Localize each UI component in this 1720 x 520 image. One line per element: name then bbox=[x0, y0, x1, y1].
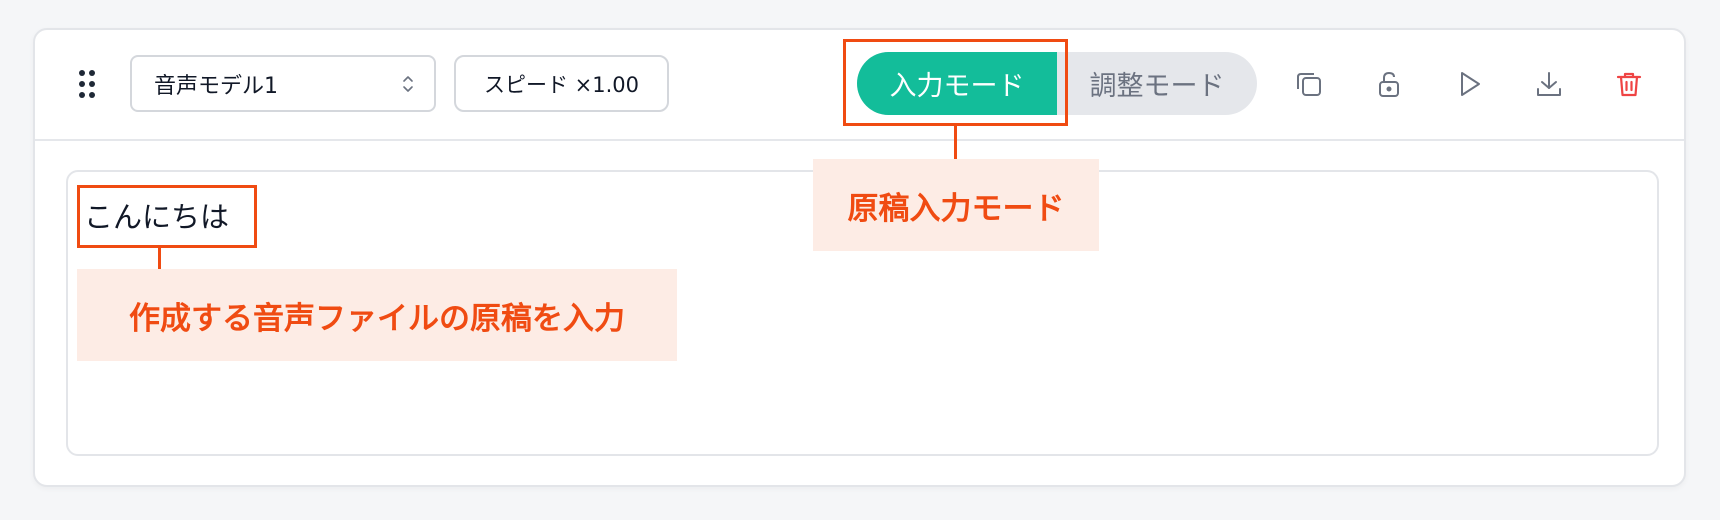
copy-icon[interactable] bbox=[1291, 66, 1327, 102]
drag-handle-icon[interactable] bbox=[79, 70, 97, 98]
speed-button[interactable]: スピード ×1.00 bbox=[454, 55, 669, 112]
text-highlight-box bbox=[77, 185, 257, 248]
mode-highlight-box bbox=[843, 39, 1068, 126]
voice-model-select[interactable]: 音声モデル1 bbox=[130, 55, 436, 112]
chevron-updown-icon bbox=[403, 76, 413, 92]
download-icon[interactable] bbox=[1531, 66, 1567, 102]
text-callout: 作成する音声ファイルの原稿を入力 bbox=[77, 269, 677, 361]
mode-callout: 原稿入力モード bbox=[813, 159, 1099, 251]
voice-model-value: 音声モデル1 bbox=[154, 73, 278, 99]
speed-label: スピード ×1.00 bbox=[483, 72, 640, 97]
play-icon[interactable] bbox=[1451, 66, 1487, 102]
unlock-icon[interactable] bbox=[1371, 66, 1407, 102]
trash-icon[interactable] bbox=[1611, 66, 1647, 102]
adjust-mode-tab[interactable]: 調整モード bbox=[1057, 52, 1257, 115]
